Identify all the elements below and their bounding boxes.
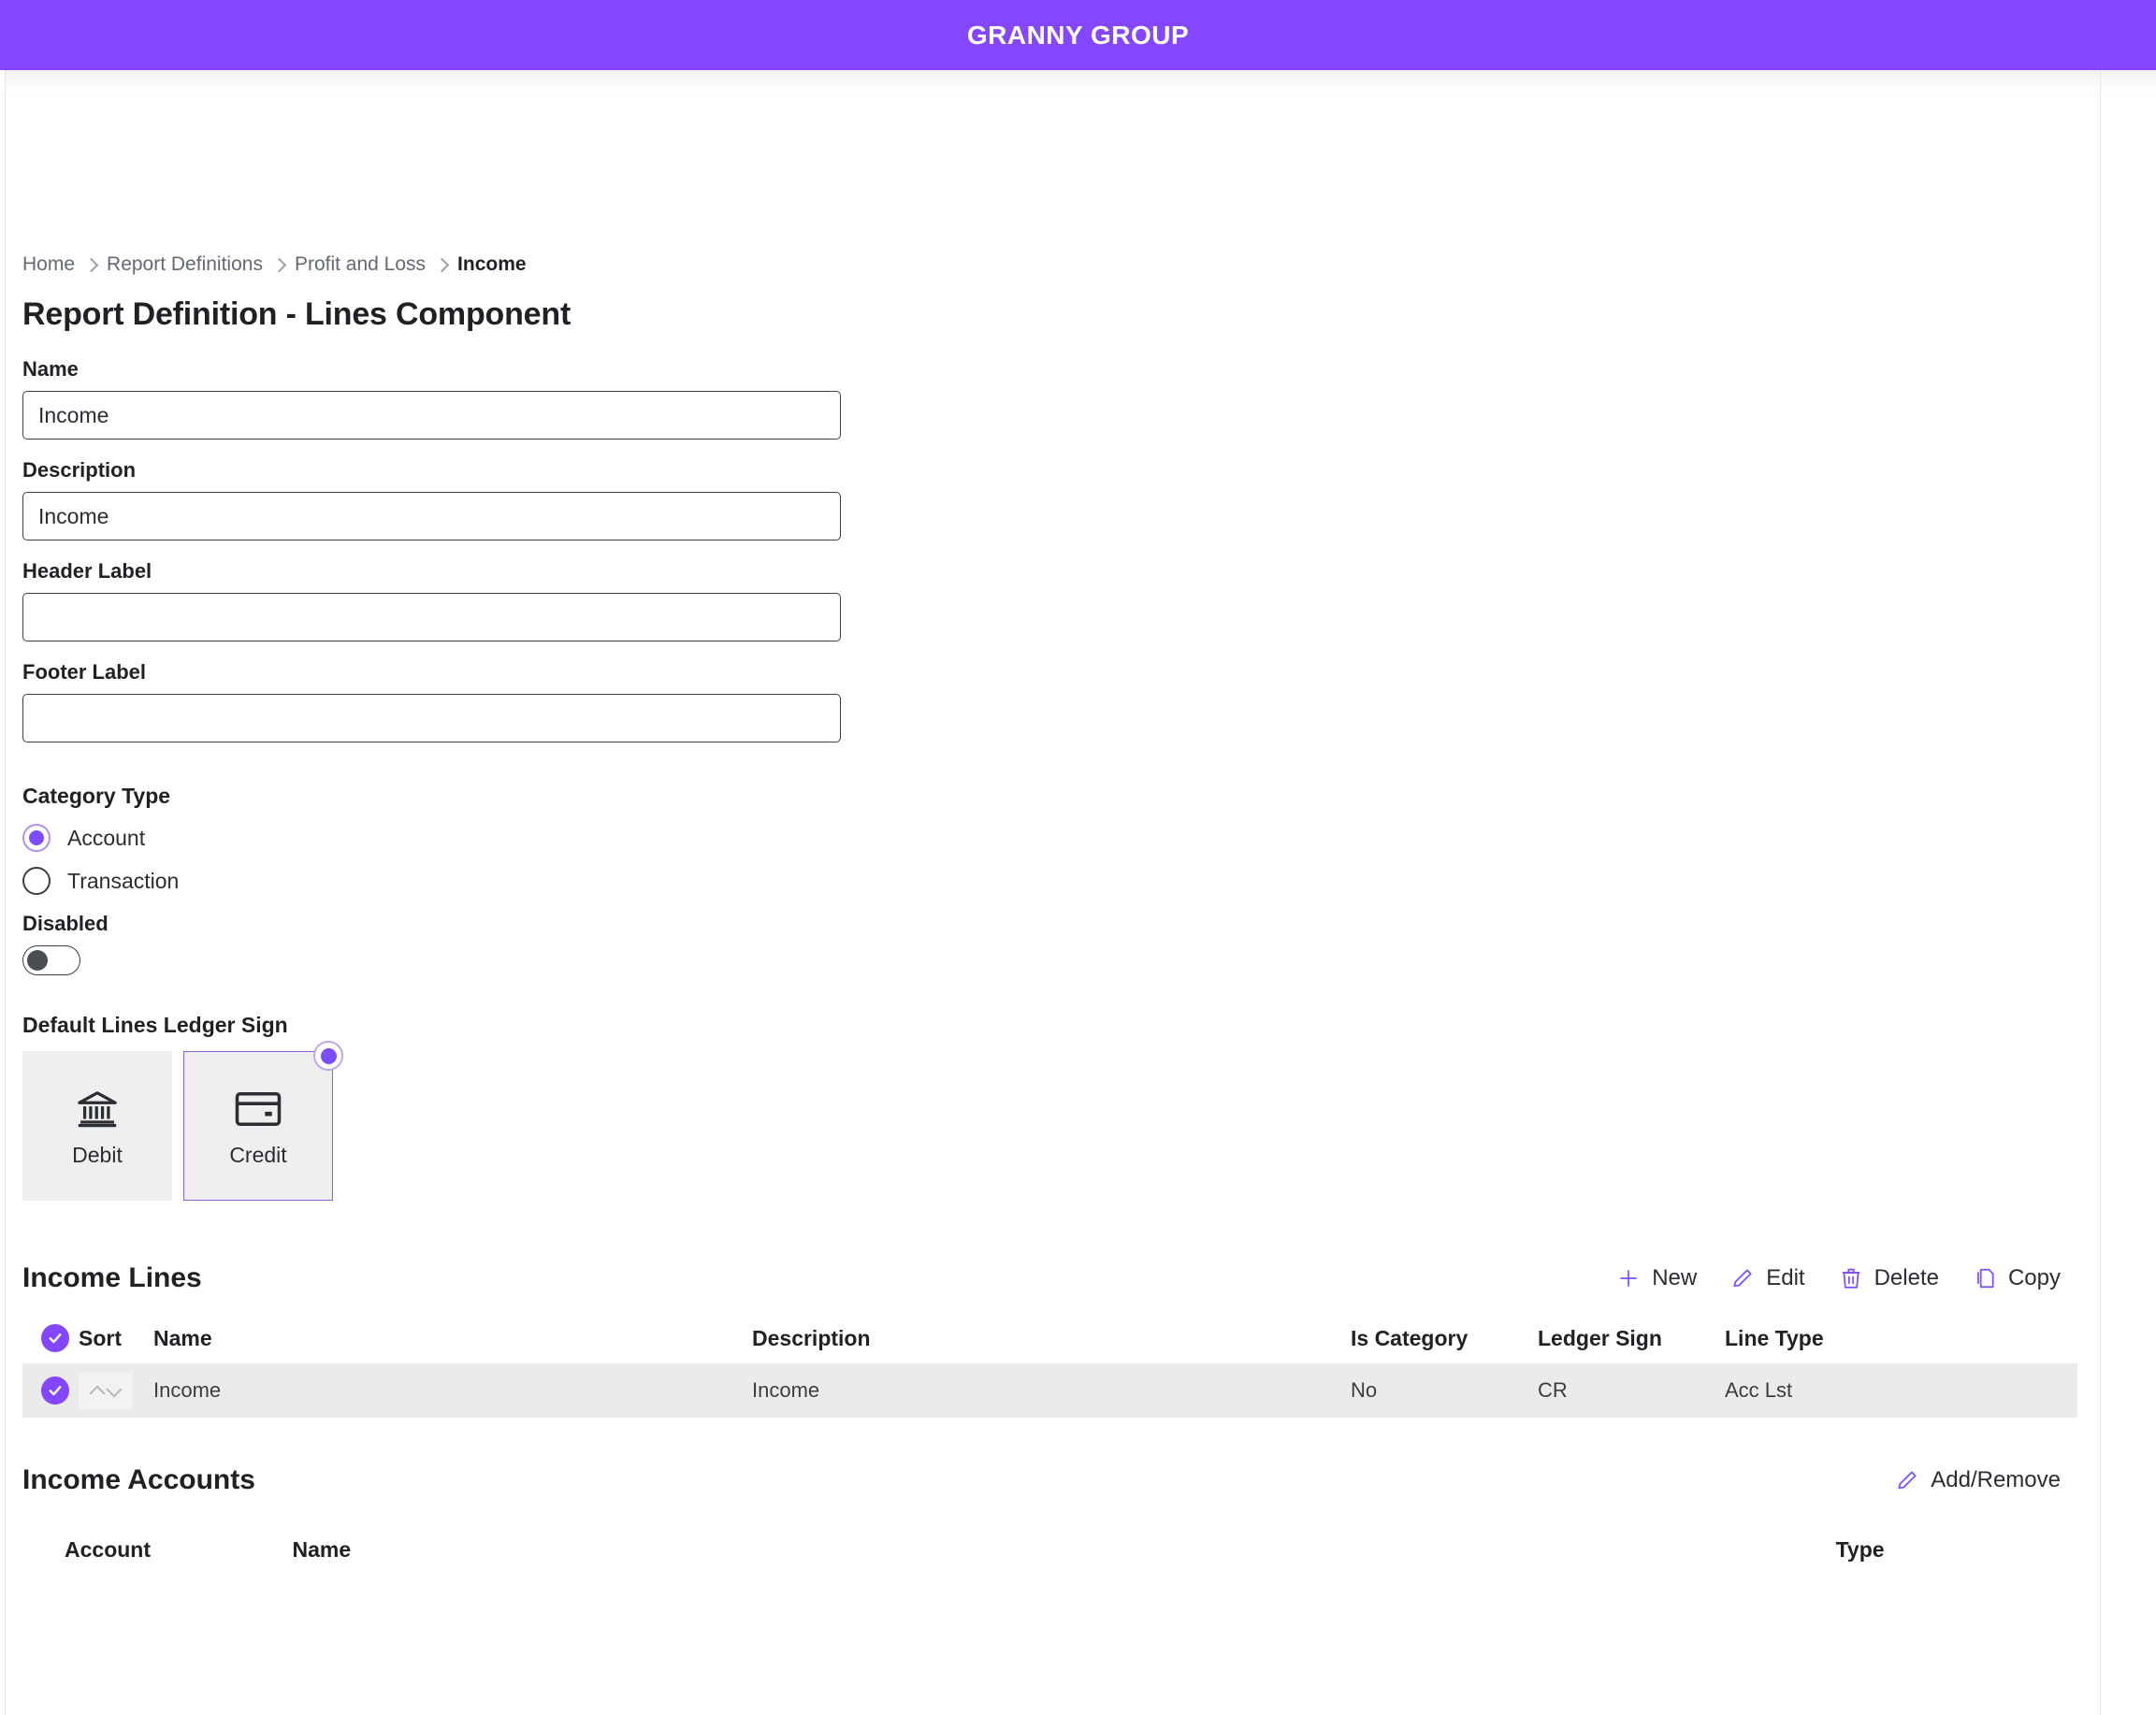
category-type-label: Category Type	[22, 784, 171, 808]
description-label: Description	[22, 458, 137, 482]
bank-icon	[73, 1085, 122, 1133]
ledger-option-label-debit: Debit	[72, 1142, 123, 1167]
default-lines-ledger-sign-label: Default Lines Ledger Sign	[22, 1013, 288, 1037]
cell-line-type: Acc Lst	[1725, 1378, 1793, 1402]
ledger-option-debit[interactable]: Debit	[22, 1051, 172, 1201]
add-remove-button[interactable]: Add/Remove	[1895, 1467, 2061, 1493]
select-all-checkbox[interactable]	[41, 1324, 69, 1352]
ledger-option-label-credit: Credit	[229, 1142, 287, 1167]
radio-option-transaction[interactable]: Transaction	[22, 867, 179, 895]
column-header-name: Name	[292, 1536, 352, 1562]
column-header-ledger-sign: Ledger Sign	[1538, 1325, 1662, 1350]
ledger-option-credit[interactable]: Credit	[183, 1041, 343, 1201]
income-accounts-toolbar: Add/Remove	[1895, 1467, 2077, 1493]
row-checkbox-cell	[22, 1376, 79, 1405]
radio-label-account: Account	[67, 825, 146, 850]
cell-name: Income	[153, 1378, 222, 1402]
copy-button[interactable]: Copy	[1973, 1265, 2061, 1291]
radio-option-account[interactable]: Account	[22, 824, 145, 852]
footer-label-label: Footer Label	[22, 660, 147, 684]
chevron-right-icon	[274, 257, 283, 273]
ledger-sign-options: Debit Credit	[22, 1041, 2077, 1201]
page-title: Report Definition - Lines Component	[22, 296, 572, 332]
footer-label-input[interactable]	[22, 694, 841, 742]
income-lines-header: Income Lines New Edit Delete Copy	[22, 1262, 2077, 1294]
disabled-toggle[interactable]	[22, 945, 80, 975]
cell-description: Income	[752, 1378, 820, 1402]
income-lines-title: Income Lines	[22, 1262, 202, 1293]
toggle-knob	[27, 950, 48, 971]
page-content: Home Report Definitions Profit and Loss …	[0, 70, 2100, 1575]
radio-icon-selected	[22, 824, 51, 852]
header-label-input[interactable]	[22, 593, 841, 641]
accounts-table-header-row: Account Name Type	[22, 1524, 2077, 1575]
edit-button-label: Edit	[1766, 1265, 1805, 1290]
description-input[interactable]	[22, 492, 841, 540]
column-header-is-category: Is Category	[1351, 1325, 1469, 1350]
pencil-icon	[1730, 1266, 1755, 1290]
copy-button-label: Copy	[2007, 1265, 2061, 1290]
card-right-border	[2100, 70, 2101, 1715]
pencil-icon	[1895, 1468, 1919, 1492]
disabled-label: Disabled	[22, 912, 109, 935]
new-button-label: New	[1652, 1265, 1698, 1290]
chevron-down-icon[interactable]	[108, 1384, 121, 1397]
row-sort-cell	[79, 1372, 153, 1409]
radio-icon-unselected	[22, 867, 51, 895]
credit-card-icon	[234, 1085, 282, 1133]
new-button[interactable]: New	[1616, 1265, 1697, 1291]
plus-icon	[1616, 1266, 1641, 1290]
income-lines-toolbar: New Edit Delete Copy	[1616, 1265, 2077, 1291]
sort-arrows[interactable]	[79, 1372, 133, 1409]
delete-button[interactable]: Delete	[1839, 1265, 1939, 1291]
income-accounts-title: Income Accounts	[22, 1464, 255, 1495]
income-lines-table: Sort Name Description Is Category Ledger…	[22, 1313, 2077, 1418]
page-shell: Home Report Definitions Profit and Loss …	[0, 70, 2156, 1715]
row-checkbox[interactable]	[41, 1376, 69, 1405]
name-label: Name	[22, 357, 79, 381]
breadcrumb-item-home[interactable]: Home	[22, 253, 75, 276]
column-header-type: Type	[1835, 1536, 1885, 1562]
column-header-account: Account	[65, 1536, 151, 1562]
column-header-sort: Sort	[79, 1325, 122, 1350]
breadcrumb-item-profit-and-loss[interactable]: Profit and Loss	[295, 253, 426, 276]
radio-icon-selected	[313, 1041, 343, 1071]
column-header-name: Name	[153, 1325, 212, 1350]
chevron-up-icon[interactable]	[91, 1384, 104, 1397]
add-remove-button-label: Add/Remove	[1931, 1467, 2061, 1492]
income-accounts-table: Account Name Type	[22, 1524, 2077, 1575]
report-definition-form: Name Description Header Label Footer Lab…	[22, 357, 2077, 742]
column-header-line-type: Line Type	[1725, 1325, 1824, 1350]
cell-ledger-sign: CR	[1538, 1378, 1568, 1402]
income-accounts-header: Income Accounts Add/Remove	[22, 1464, 2077, 1496]
breadcrumb-item-income: Income	[457, 253, 527, 275]
app-title: GRANNY GROUP	[966, 20, 1190, 50]
header-label-label: Header Label	[22, 559, 152, 583]
breadcrumb: Home Report Definitions Profit and Loss …	[22, 70, 2077, 276]
name-input[interactable]	[22, 391, 841, 440]
chevron-right-icon	[86, 257, 95, 273]
cell-is-category: No	[1351, 1378, 1378, 1402]
table-row[interactable]: Income Income No CR Acc Lst	[22, 1363, 2077, 1418]
breadcrumb-item-report-definitions[interactable]: Report Definitions	[107, 253, 263, 276]
column-header-description: Description	[752, 1325, 871, 1350]
chevron-right-icon	[437, 257, 446, 273]
radio-label-transaction: Transaction	[67, 868, 180, 893]
edit-button[interactable]: Edit	[1730, 1265, 1805, 1291]
select-all-checkbox-cell	[22, 1324, 79, 1352]
delete-button-label: Delete	[1874, 1265, 1939, 1290]
copy-icon	[1973, 1266, 1997, 1290]
trash-icon	[1839, 1266, 1863, 1290]
table-header-row: Sort Name Description Is Category Ledger…	[22, 1313, 2077, 1363]
app-header-bar: GRANNY GROUP	[0, 0, 2156, 70]
